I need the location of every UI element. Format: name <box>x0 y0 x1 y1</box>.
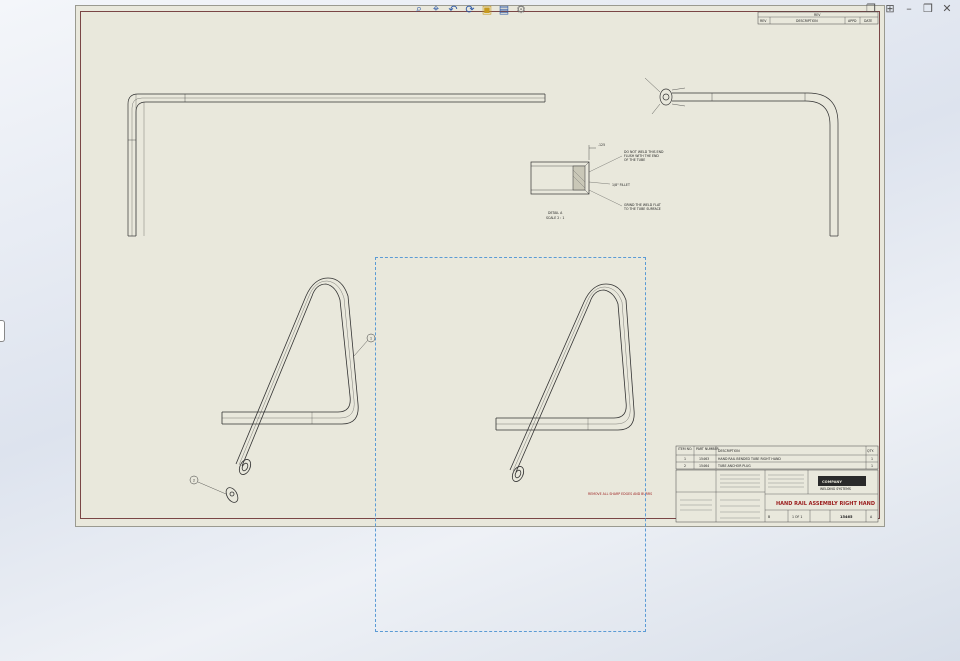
detail-note-6: TO THE TUBE SURFACE <box>623 207 661 211</box>
bom-row-2-item: 2 <box>684 464 686 468</box>
isometric-view-exploded[interactable] <box>189 277 376 504</box>
bom-row-2-part: 15464 <box>699 464 709 468</box>
bom-header-desc: DESCRIPTION <box>718 449 740 453</box>
detail-label: DETAIL A <box>548 211 563 215</box>
revision-block: REV REV DESCRIPTION APPD DATE <box>757 11 879 25</box>
bom-header-part: PART NUMBER <box>696 447 720 451</box>
rev-col-appd: APPD <box>848 19 857 23</box>
side-view-tube[interactable] <box>644 77 839 237</box>
bom-header-qty: QTY. <box>867 449 874 453</box>
detail-scale: SCALE 2 : 1 <box>546 216 564 220</box>
bom-row-2-qty: 1 <box>871 464 873 468</box>
bom-table: ITEM NO. PART NUMBER DESCRIPTION QTY. 1 … <box>675 445 879 470</box>
bom-header-item: ITEM NO. <box>678 447 693 451</box>
detail-note-4: 1/8" FILLET <box>612 183 630 187</box>
view-selection-box[interactable] <box>375 257 646 632</box>
part-number: 15465 <box>840 515 853 519</box>
bom-row-1-qty: 1 <box>871 457 873 461</box>
title-block: COMPANY WELDING SYSTEMS HAND RAIL ASSEMB… <box>675 469 879 523</box>
rev-col-rev: REV <box>760 19 767 23</box>
balloon-1-text: 1 <box>370 337 372 341</box>
revision-header: REV <box>814 13 821 17</box>
rev-col-date: DATE <box>864 19 872 23</box>
drawing-title: HAND RAIL ASSEMBLY RIGHT HAND <box>776 501 875 507</box>
front-view-tube[interactable] <box>127 93 546 237</box>
detail-dim: .125 <box>598 143 605 147</box>
rev-col-description: DESCRIPTION <box>796 19 818 23</box>
balloon-2-text: 2 <box>193 479 195 483</box>
bom-row-2-desc: TUBE ANCHOR PLUG <box>717 464 751 468</box>
size-label: B <box>768 515 770 519</box>
sheet-label: 1 OF 1 <box>792 515 802 519</box>
bom-row-1-desc: HAND RAIL BENDED TUBE RIGHT HAND <box>718 457 781 461</box>
bom-row-1-part: 15463 <box>699 457 709 461</box>
detail-view-a[interactable]: .125 DO NOT WELD THIS END FLUSH WITH THE… <box>530 143 664 220</box>
detail-note-3: OF THE TUBE <box>624 158 645 162</box>
company-subtitle: WELDING SYSTEMS <box>820 487 851 491</box>
company-logo-text: COMPANY <box>822 480 842 484</box>
bom-row-1-item: 1 <box>684 457 686 461</box>
